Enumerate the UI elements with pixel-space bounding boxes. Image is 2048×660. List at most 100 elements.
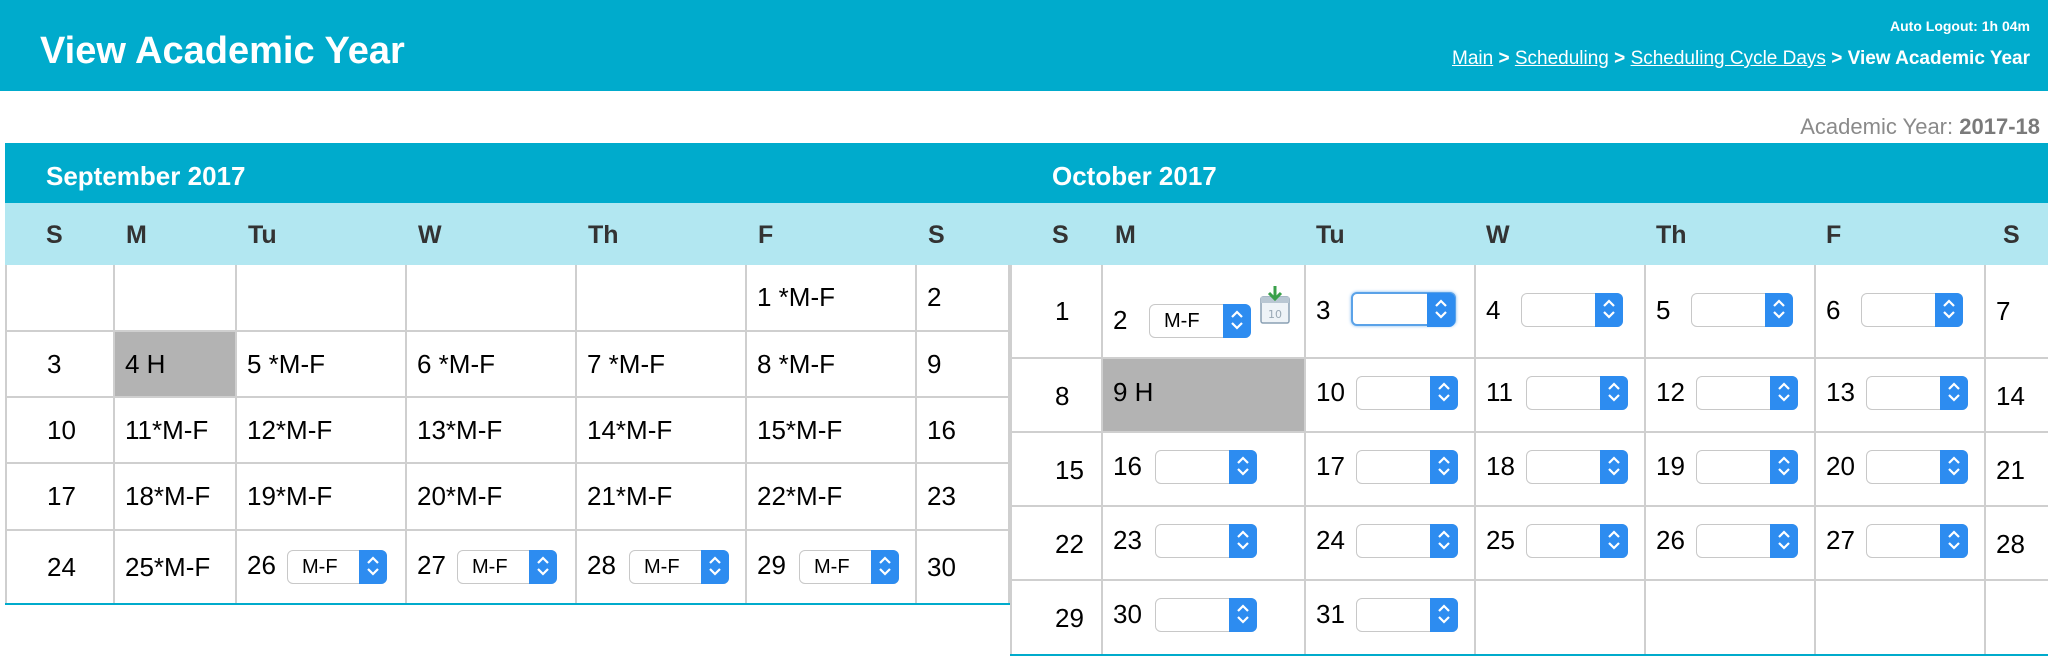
calendar-day: 22 <box>1010 507 1103 581</box>
day-text: 8 *M-F <box>757 349 835 379</box>
cycle-day-select[interactable] <box>1155 524 1257 558</box>
breadcrumb-main-link[interactable]: Main <box>1452 48 1493 69</box>
calendar-day-holiday: 9 H <box>1103 359 1306 433</box>
breadcrumb: Main > Scheduling > Scheduling Cycle Day… <box>1452 48 2030 70</box>
cycle-day-select[interactable] <box>1866 450 1968 484</box>
day-text: 30 <box>1113 599 1142 629</box>
calendar-day-empty <box>237 265 407 332</box>
calendar-day: 24 <box>1306 507 1476 581</box>
calendar-day: 31 <box>1306 581 1476 654</box>
chevron-up-down-icon <box>1940 376 1968 410</box>
cycle-day-select[interactable] <box>1866 376 1968 410</box>
day-text: 7 <box>1996 296 2011 326</box>
cycle-day-select[interactable] <box>1526 450 1628 484</box>
weekday-label: S <box>1052 221 1069 249</box>
cycle-day-select[interactable]: M-F <box>799 550 899 584</box>
calendar-day: 26 <box>1646 507 1816 581</box>
calendar-day: 26 M-F <box>237 531 407 603</box>
weekday-label: W <box>1486 221 1510 249</box>
cycle-day-select[interactable] <box>1351 292 1456 327</box>
day-text: 2 <box>927 282 942 312</box>
day-text: 25*M-F <box>125 552 211 582</box>
chevron-up-down-icon <box>1223 304 1251 338</box>
calendar-day: 18*M-F <box>115 464 237 531</box>
cycle-day-select[interactable]: M-F <box>287 550 387 584</box>
calendar-day: 5 <box>1646 265 1816 359</box>
calendar-day-empty <box>1986 581 2048 654</box>
top-bar: View Academic Year Auto Logout: 1h 04m M… <box>0 0 2048 91</box>
cycle-day-select[interactable] <box>1155 450 1257 484</box>
calendar-day: 29 M-F <box>747 531 917 603</box>
calendar-download-icon[interactable]: 10 <box>1258 285 1292 325</box>
cycle-day-select[interactable] <box>1696 376 1798 410</box>
calendar-day: 18 <box>1476 433 1646 507</box>
academic-year-value: 2017-18 <box>1959 114 2040 139</box>
cycle-day-select[interactable]: M-F <box>1149 304 1251 338</box>
chevron-up-down-icon <box>1430 524 1458 558</box>
cycle-day-select[interactable] <box>1356 450 1458 484</box>
calendar-day: 5 *M-F <box>237 332 407 398</box>
day-text: 5 <box>1656 295 1671 325</box>
cycle-day-select[interactable]: M-F <box>629 550 729 584</box>
chevron-up-down-icon <box>1229 450 1257 484</box>
calendar-day: 6 <box>1816 265 1986 359</box>
select-value: M-F <box>472 556 508 578</box>
calendar-day: 21*M-F <box>577 464 747 531</box>
select-value: M-F <box>302 556 338 578</box>
chevron-up-down-icon <box>1765 293 1793 327</box>
calendar-day: 30 <box>917 531 1010 603</box>
weekday-label: S <box>46 221 63 249</box>
calendar-day: 15*M-F <box>747 398 917 464</box>
weekday-label: W <box>418 221 442 249</box>
weekday-label: Th <box>1656 221 1687 249</box>
cycle-day-select[interactable] <box>1866 524 1968 558</box>
cycle-day-select[interactable] <box>1356 598 1458 632</box>
calendar-day: 11 <box>1476 359 1646 433</box>
day-text: 11 <box>1486 377 1513 407</box>
calendar-day: 15 <box>1010 433 1103 507</box>
calendar-day: 12 <box>1646 359 1816 433</box>
day-text: 9 H <box>1113 377 1154 407</box>
chevron-up-down-icon <box>1770 524 1798 558</box>
cycle-day-select[interactable] <box>1521 293 1623 327</box>
month-header-september: September 2017 <box>5 143 1010 203</box>
breadcrumb-scheduling-link[interactable]: Scheduling <box>1515 48 1609 69</box>
chevron-up-down-icon <box>1770 450 1798 484</box>
cycle-day-select[interactable] <box>1155 598 1257 632</box>
calendar-day-empty <box>577 265 747 332</box>
cycle-day-select[interactable] <box>1356 524 1458 558</box>
cycle-day-select[interactable] <box>1861 293 1963 327</box>
cycle-day-select[interactable]: M-F <box>457 550 557 584</box>
calendar-day: 21 <box>1986 433 2048 507</box>
calendar-day: 30 <box>1103 581 1306 654</box>
weekday-label: Tu <box>248 221 277 249</box>
breadcrumb-cycle-days-link[interactable]: Scheduling Cycle Days <box>1631 48 1826 69</box>
cycle-day-select[interactable] <box>1696 450 1798 484</box>
select-value: M-F <box>644 556 680 578</box>
cycle-day-select[interactable] <box>1526 376 1628 410</box>
chevron-up-down-icon <box>359 550 387 584</box>
day-text: 19*M-F <box>247 481 333 511</box>
cycle-day-select[interactable] <box>1356 376 1458 410</box>
calendar-day: 29 <box>1010 581 1103 654</box>
cycle-day-select[interactable] <box>1526 524 1628 558</box>
academic-year-label: Academic Year: <box>1800 114 1954 139</box>
page-title: View Academic Year <box>40 30 405 72</box>
cycle-day-select[interactable] <box>1691 293 1793 327</box>
day-text: 23 <box>1113 525 1142 555</box>
calendar-day: 11*M-F <box>115 398 237 464</box>
day-text: 4 <box>1486 295 1501 325</box>
calendar-day: 19 <box>1646 433 1816 507</box>
day-text: 6 *M-F <box>417 349 495 379</box>
breadcrumb-current: View Academic Year <box>1847 48 2030 69</box>
cycle-day-select[interactable] <box>1696 524 1798 558</box>
calendar-day: 6 *M-F <box>407 332 577 398</box>
day-text: 17 <box>47 481 76 511</box>
calendar-bottom-border <box>1010 654 2048 656</box>
day-text: 5 *M-F <box>247 349 325 379</box>
day-text: 31 <box>1316 599 1345 629</box>
calendar-day-empty <box>1476 581 1646 654</box>
calendar-day: 2 M-F 10 <box>1103 265 1306 359</box>
day-text: 3 <box>47 349 62 379</box>
chevron-up-down-icon <box>1430 450 1458 484</box>
